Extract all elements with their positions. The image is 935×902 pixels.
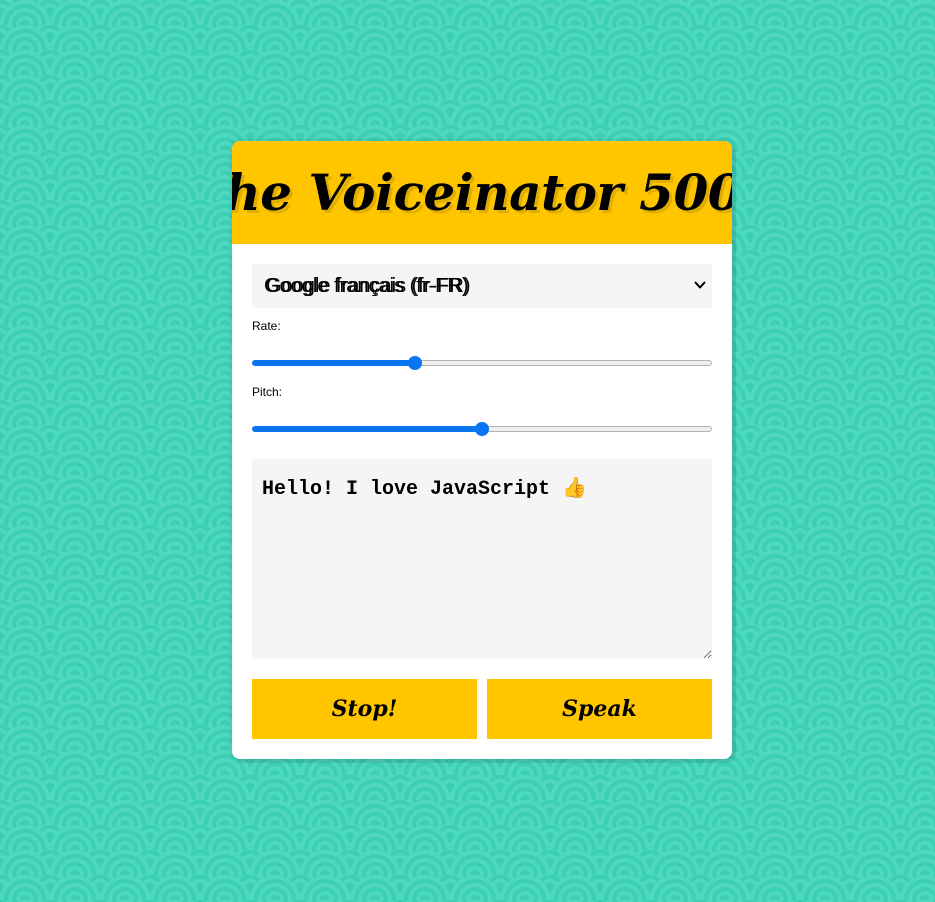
- app-title: The Voiceinator 5000: [232, 163, 732, 222]
- header: The Voiceinator 5000: [232, 141, 732, 244]
- controls: Google français (fr-FR) Google français …: [232, 244, 732, 759]
- voice-select[interactable]: Google français (fr-FR) Google français …: [252, 264, 712, 308]
- pitch-label: Pitch:: [252, 385, 283, 399]
- stop-button[interactable]: Stop!: [252, 679, 477, 739]
- button-row: Stop! Speak: [252, 679, 712, 739]
- voice-dropdown[interactable]: Google français (fr-FR): [252, 264, 712, 308]
- speak-button[interactable]: Speak: [487, 679, 712, 739]
- rate-label: Rate:: [252, 319, 281, 333]
- voiceinator-panel: The Voiceinator 5000 Google français (fr…: [232, 141, 732, 759]
- rate-slider[interactable]: [252, 354, 712, 374]
- pitch-slider[interactable]: [252, 420, 712, 440]
- message-textarea[interactable]: Hello! I love JavaScript 👍: [252, 459, 712, 659]
